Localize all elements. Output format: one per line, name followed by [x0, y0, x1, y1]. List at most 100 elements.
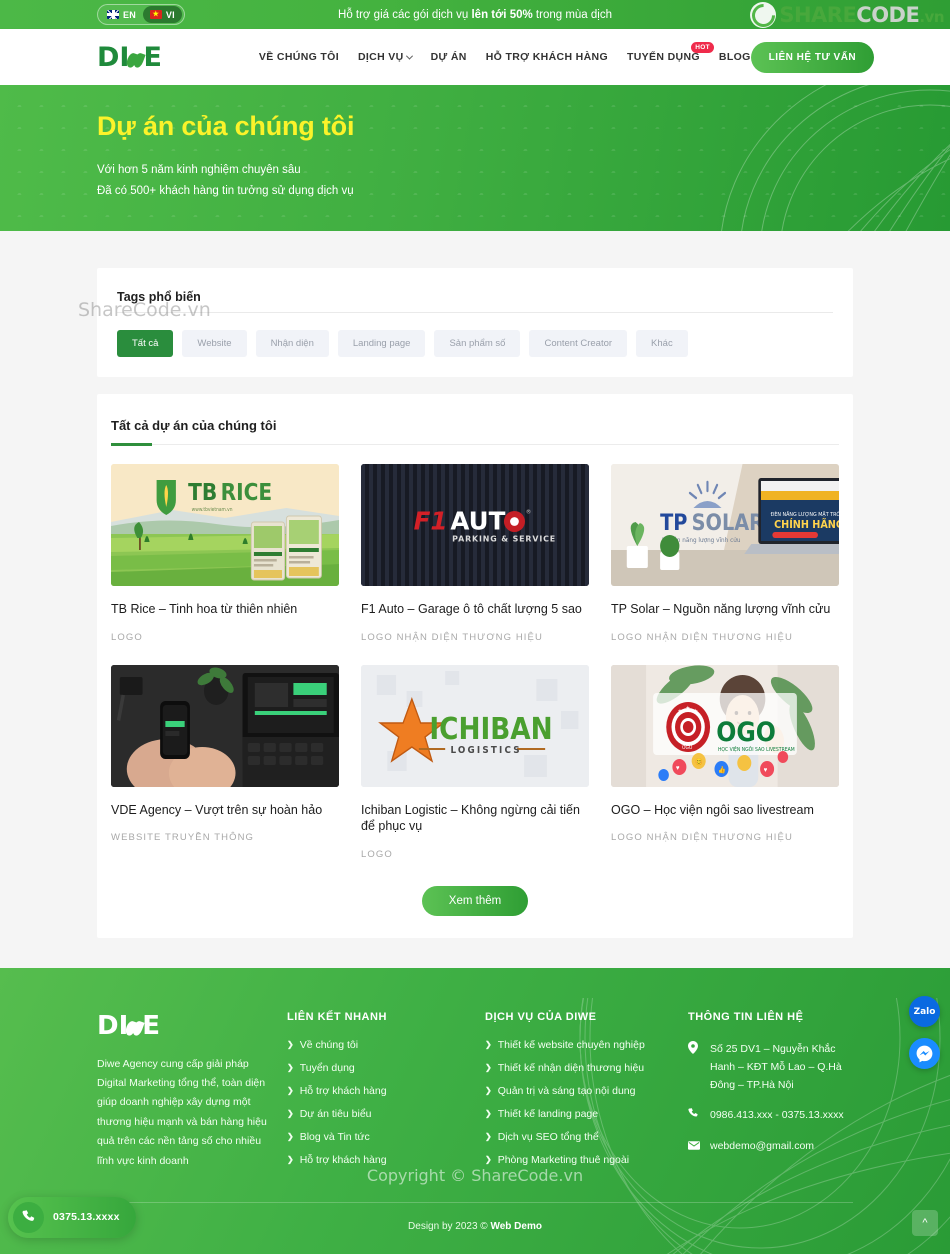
- footer-about-column: DIE Diwe Agency cung cấp giải pháp Digit…: [97, 1011, 279, 1178]
- footer-link-ve-chung-toi[interactable]: ❯ Về chúng tôi: [287, 1039, 477, 1051]
- svg-text:www.tbvietnam.vn: www.tbvietnam.vn: [192, 507, 233, 513]
- nav-item-blog[interactable]: BLOG: [719, 51, 751, 63]
- svg-text:TB: TB: [188, 480, 217, 507]
- hero-subtitle-line-2: Đã có 500+ khách hàng tin tưởng sử dụng …: [97, 184, 354, 197]
- load-more-wrapper: Xem thêm: [109, 885, 841, 916]
- project-card[interactable]: TP SOLAR Nguồn năng lượng vĩnh cửu ĐÈN N…: [611, 464, 839, 643]
- tag-filter-landing-page[interactable]: Landing page: [337, 330, 426, 357]
- footer-link-label: Blog và Tin tức: [299, 1130, 370, 1143]
- tag-filter-content-creator[interactable]: Content Creator: [529, 330, 628, 357]
- project-category: LOGO: [361, 848, 393, 860]
- project-card[interactable]: ★ ★ ★ OGO OGO HỌC VIỆN NGÔI SAO LIVESTREAM…: [611, 664, 839, 860]
- nav-label-0: VỀ CHÚNG TÔI: [258, 51, 339, 63]
- footer-service-label: Quản trị và sáng tạo nội dung: [497, 1084, 636, 1097]
- phone-ring-icon: [13, 1201, 44, 1233]
- footer-services-list: ❯ Thiết kế website chuyên nghiệp ❯ Thiết k…: [485, 1039, 680, 1166]
- logo-text-e: E: [143, 41, 162, 73]
- footer-service-nhan-dien[interactable]: ❯ Thiết kế nhận diện thương hiệu: [485, 1061, 680, 1074]
- project-title: OGO – Học viện ngôi sao livestream: [611, 802, 814, 817]
- project-thumbnail-f1-auto[interactable]: F1 AUT ® PARKING & SERVICE: [361, 464, 589, 586]
- svg-text:OGO: OGO: [682, 744, 693, 750]
- language-label-vi: VI: [165, 9, 175, 20]
- nav-item-ve-chung-toi[interactable]: VỀ CHÚNG TÔI: [259, 51, 339, 63]
- footer-service-seo[interactable]: ❯ Dịch vụ SEO tổng thể: [485, 1131, 680, 1143]
- project-card[interactable]: F1 AUT ® PARKING & SERVICE F1 Auto – Gar…: [361, 464, 589, 643]
- copyright-brand: Web Demo: [490, 1220, 542, 1232]
- svg-text:😊: 😊: [695, 757, 703, 766]
- project-thumbnail-ichiban[interactable]: ICHIBAN LOGISTICS: [361, 664, 589, 787]
- footer-link-du-an-tieu-bieu[interactable]: ❯ Dự án tiêu biểu: [287, 1108, 477, 1120]
- load-more-button[interactable]: Xem thêm: [421, 885, 529, 916]
- project-category: WEBSITE TRUYỀN THÔNG: [111, 832, 255, 843]
- chevron-right-icon: ❯: [287, 1154, 294, 1164]
- tag-filter-tat-ca[interactable]: Tất cả: [117, 330, 174, 357]
- zalo-icon: Zalo: [913, 1006, 936, 1017]
- footer-logo[interactable]: DIE: [97, 1011, 279, 1041]
- contact-consult-button[interactable]: LIÊN HỆ TƯ VẤN: [750, 41, 875, 73]
- chevron-right-icon: ❯: [287, 1108, 294, 1118]
- nav-label-1: DỊCH VỤ: [357, 51, 404, 63]
- footer-copyright: Design by 2023 © Web Demo: [97, 1203, 853, 1232]
- footer-link-tuyen-dung[interactable]: ❯ Tuyển dụng: [287, 1062, 477, 1074]
- language-option-vi[interactable]: VI: [142, 6, 182, 23]
- projects-divider: [111, 443, 839, 446]
- footer-link-ho-tro-khach-hang-2[interactable]: ❯ Hỗ trợ khách hàng: [287, 1154, 477, 1166]
- hotline-widget[interactable]: 0375.13.xxxx: [8, 1196, 136, 1238]
- svg-text:RICE: RICE: [221, 480, 273, 507]
- project-category: LOGO NHẬN DIỆN THƯƠNG HIỆU: [611, 631, 793, 643]
- project-card[interactable]: TB RICE www.tbvietnam.vn TB Rice – Tinh …: [111, 464, 339, 643]
- footer-service-landing-page[interactable]: ❯ Thiết kế landing page: [485, 1108, 680, 1120]
- svg-text:ICHIBAN: ICHIBAN: [429, 711, 552, 746]
- footer-link-ho-tro-khach-hang[interactable]: ❯ Hỗ trợ khách hàng: [287, 1085, 477, 1097]
- page-content: Tags phổ biến Tất cả Website Nhận diện L…: [0, 231, 950, 968]
- nav-item-dich-vu[interactable]: DỊCH VỤ: [357, 51, 413, 63]
- project-title: TP Solar – Nguồn năng lượng vĩnh cửu: [611, 602, 831, 616]
- nav-item-tuyen-dung[interactable]: TUYỂN DỤNG HOT: [627, 42, 714, 63]
- project-card[interactable]: VDE Agency – Vượt trên sự hoàn hảo WEBSI…: [111, 664, 339, 860]
- language-switcher[interactable]: EN VI: [97, 4, 185, 25]
- contact-phone[interactable]: 0986.413.xxx - 0375.13.xxxx: [688, 1106, 853, 1125]
- nav-item-ho-tro-khach-hang[interactable]: HỖ TRỢ KHÁCH HÀNG: [486, 51, 608, 63]
- chevron-down-icon: [405, 52, 413, 60]
- nav-item-du-an[interactable]: DỰ ÁN: [431, 51, 467, 63]
- back-to-top-button[interactable]: ^: [912, 1209, 938, 1236]
- footer-columns: DIE Diwe Agency cung cấp giải pháp Digit…: [97, 1011, 853, 1178]
- project-thumbnail-tp-solar[interactable]: TP SOLAR Nguồn năng lượng vĩnh cửu ĐÈN N…: [611, 464, 839, 586]
- hero-banner: Dự án của chúng tôi Với hơn 5 năm kinh n…: [0, 85, 950, 231]
- project-thumbnail-tb-rice[interactable]: TB RICE www.tbvietnam.vn: [111, 464, 339, 586]
- tag-filter-nhan-dien[interactable]: Nhận diện: [255, 330, 329, 357]
- footer-service-noi-dung[interactable]: ❯ Quản trị và sáng tạo nội dung: [485, 1084, 680, 1097]
- svg-text:F1: F1: [414, 506, 448, 535]
- chevron-right-icon: ❯: [485, 1108, 492, 1118]
- footer-quicklinks-heading: LIÊN KẾT NHANH: [287, 1010, 387, 1023]
- footer-link-blog-tin-tuc[interactable]: ❯ Blog và Tin tức: [287, 1130, 477, 1143]
- site-logo[interactable]: DIE: [97, 42, 162, 73]
- messenger-button[interactable]: [909, 1038, 940, 1069]
- chevron-right-icon: ❯: [485, 1131, 492, 1141]
- tag-filter-san-pham-so[interactable]: Sản phẩm số: [434, 330, 521, 357]
- svg-text:★: ★: [693, 707, 698, 714]
- vietnam-flag-icon: [149, 10, 162, 19]
- project-thumbnail-ogo[interactable]: ★ ★ ★ OGO OGO HỌC VIỆN NGÔI SAO LIVESTREAM…: [611, 664, 839, 787]
- footer-service-label: Thiết kế nhận diện thương hiệu: [497, 1061, 645, 1074]
- footer-contact-column: THÔNG TIN LIÊN HỆ Số 25 DV1 – Nguyễn Khắ…: [688, 1011, 853, 1178]
- tag-filter-khac[interactable]: Khác: [636, 330, 688, 357]
- project-card[interactable]: ICHIBAN LOGISTICS Ichiban Logistic – Khô…: [361, 664, 589, 860]
- floating-social-rail: Zalo: [909, 996, 940, 1069]
- contact-address: Số 25 DV1 – Nguyễn Khắc Hanh – KĐT Mỗ La…: [688, 1040, 853, 1094]
- projects-panel-title: Tất cả dự án của chúng tôi: [111, 418, 277, 433]
- footer-service-marketing-thue-ngoai[interactable]: ❯ Phòng Marketing thuê ngoài: [485, 1154, 680, 1166]
- top-bar: EN VI Hỗ trợ giá các gói dịch vụ lên tới…: [0, 0, 950, 29]
- project-thumbnail-vde-agency[interactable]: [111, 664, 339, 787]
- hero-decorative-arcs: [721, 85, 950, 231]
- tags-divider: [117, 312, 833, 313]
- contact-email[interactable]: webdemo@gmail.com: [688, 1137, 853, 1156]
- chevron-right-icon: ❯: [287, 1085, 294, 1095]
- footer-logo-e: E: [142, 1010, 161, 1041]
- chevron-right-icon: ❯: [485, 1154, 492, 1164]
- zalo-button[interactable]: Zalo: [909, 996, 940, 1027]
- tag-filter-website[interactable]: Website: [182, 330, 247, 357]
- language-option-en[interactable]: EN: [100, 6, 143, 23]
- hotline-number: 0375.13.xxxx: [53, 1211, 120, 1223]
- footer-service-website[interactable]: ❯ Thiết kế website chuyên nghiệp: [485, 1039, 680, 1051]
